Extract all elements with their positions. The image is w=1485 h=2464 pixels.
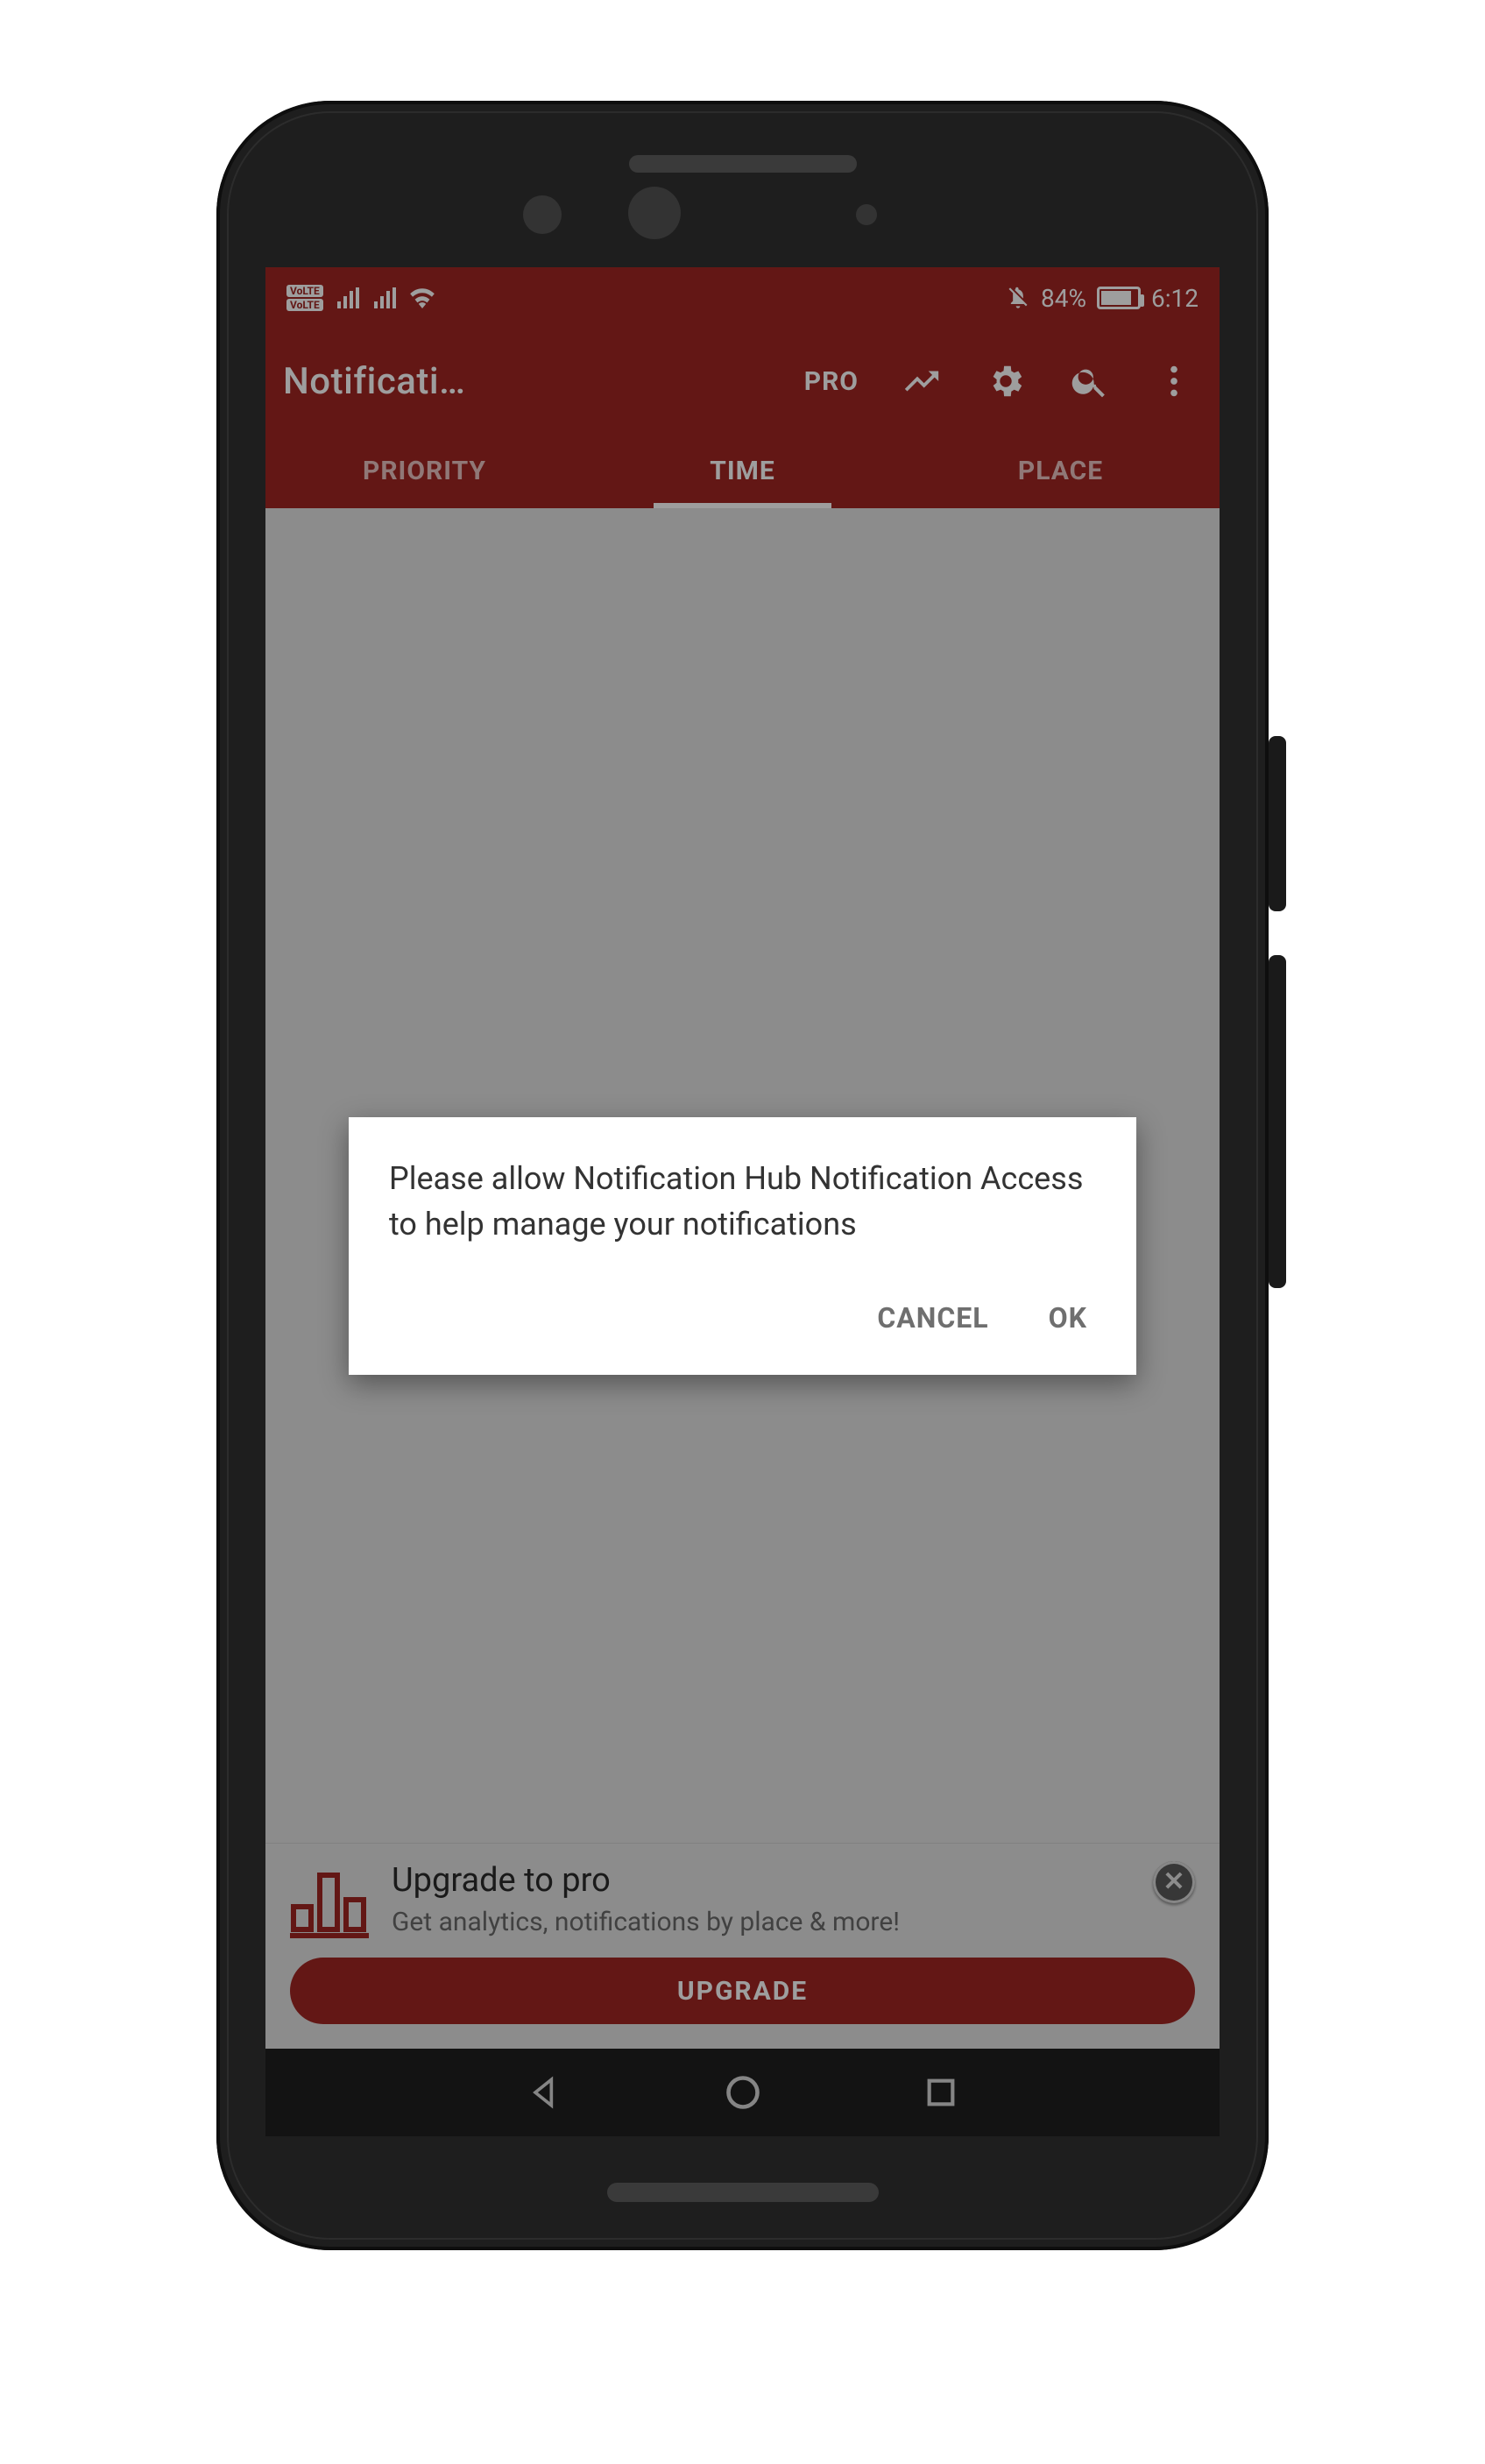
- app-bar-actions: PRO: [535, 360, 1202, 402]
- upgrade-subtitle: Get analytics, notifications by place & …: [392, 1905, 1130, 1941]
- ok-button[interactable]: OK: [1045, 1292, 1091, 1343]
- wifi-icon: [409, 287, 435, 308]
- screen: VoLTE VoLTE: [265, 267, 1220, 2136]
- search-icon[interactable]: [1069, 360, 1111, 402]
- battery-icon: [1097, 287, 1141, 309]
- signal-icon: [336, 287, 360, 308]
- phone-speaker-bottom: [607, 2183, 879, 2202]
- phone-side-button-1: [1269, 736, 1286, 911]
- phone-earpiece: [629, 155, 857, 173]
- volte-chip-2: VoLTE: [286, 299, 323, 311]
- pro-label[interactable]: PRO: [804, 366, 859, 397]
- mute-icon: [1006, 286, 1030, 310]
- nav-recents-icon[interactable]: [916, 2068, 965, 2117]
- upgrade-title: Upgrade to pro: [392, 1861, 1130, 1900]
- status-bar: VoLTE VoLTE: [265, 267, 1220, 329]
- settings-icon[interactable]: [985, 360, 1027, 402]
- close-icon[interactable]: ✕: [1153, 1861, 1195, 1903]
- app-bar: Notificati… PRO: [265, 329, 1220, 434]
- app-title: Notificati…: [283, 360, 528, 403]
- tab-time[interactable]: TIME: [583, 434, 902, 508]
- phone-camera: [628, 187, 681, 239]
- status-left: VoLTE VoLTE: [286, 285, 435, 311]
- tab-place[interactable]: PLACE: [902, 434, 1220, 508]
- permission-dialog: Please allow Notification Hub Notificati…: [349, 1117, 1136, 1375]
- android-nav-bar: [265, 2049, 1220, 2136]
- volte-chip-1: VoLTE: [286, 285, 323, 297]
- status-time: 6:12: [1151, 284, 1199, 313]
- trending-icon[interactable]: [901, 360, 943, 402]
- overflow-icon[interactable]: [1153, 360, 1195, 402]
- tab-label: PRIORITY: [363, 456, 486, 486]
- battery-percent: 84%: [1041, 284, 1086, 313]
- dialog-message: Please allow Notification Hub Notificati…: [389, 1156, 1096, 1247]
- phone-sensor-small: [856, 204, 877, 225]
- tab-label: PLACE: [1018, 456, 1103, 486]
- signal-icon-2: [372, 287, 397, 308]
- tab-bar: PRIORITY TIME PLACE: [265, 434, 1220, 508]
- tab-priority[interactable]: PRIORITY: [265, 434, 583, 508]
- phone-frame: VoLTE VoLTE: [216, 101, 1269, 2250]
- dialog-actions: CANCEL OK: [389, 1284, 1096, 1357]
- upgrade-button-label: UPGRADE: [677, 1976, 808, 2007]
- analytics-icon: [290, 1866, 369, 1942]
- nav-back-icon[interactable]: [520, 2068, 569, 2117]
- nav-home-icon[interactable]: [718, 2068, 767, 2117]
- tab-label: TIME: [710, 456, 775, 486]
- upgrade-button[interactable]: UPGRADE: [290, 1958, 1195, 2024]
- upgrade-card: Upgrade to pro Get analytics, notificati…: [265, 1843, 1220, 2049]
- status-right: 84% 6:12: [1006, 284, 1199, 313]
- phone-sensor: [523, 195, 562, 234]
- phone-side-button-2: [1269, 955, 1286, 1288]
- cancel-button[interactable]: CANCEL: [873, 1292, 992, 1343]
- volte-indicator: VoLTE VoLTE: [286, 285, 323, 311]
